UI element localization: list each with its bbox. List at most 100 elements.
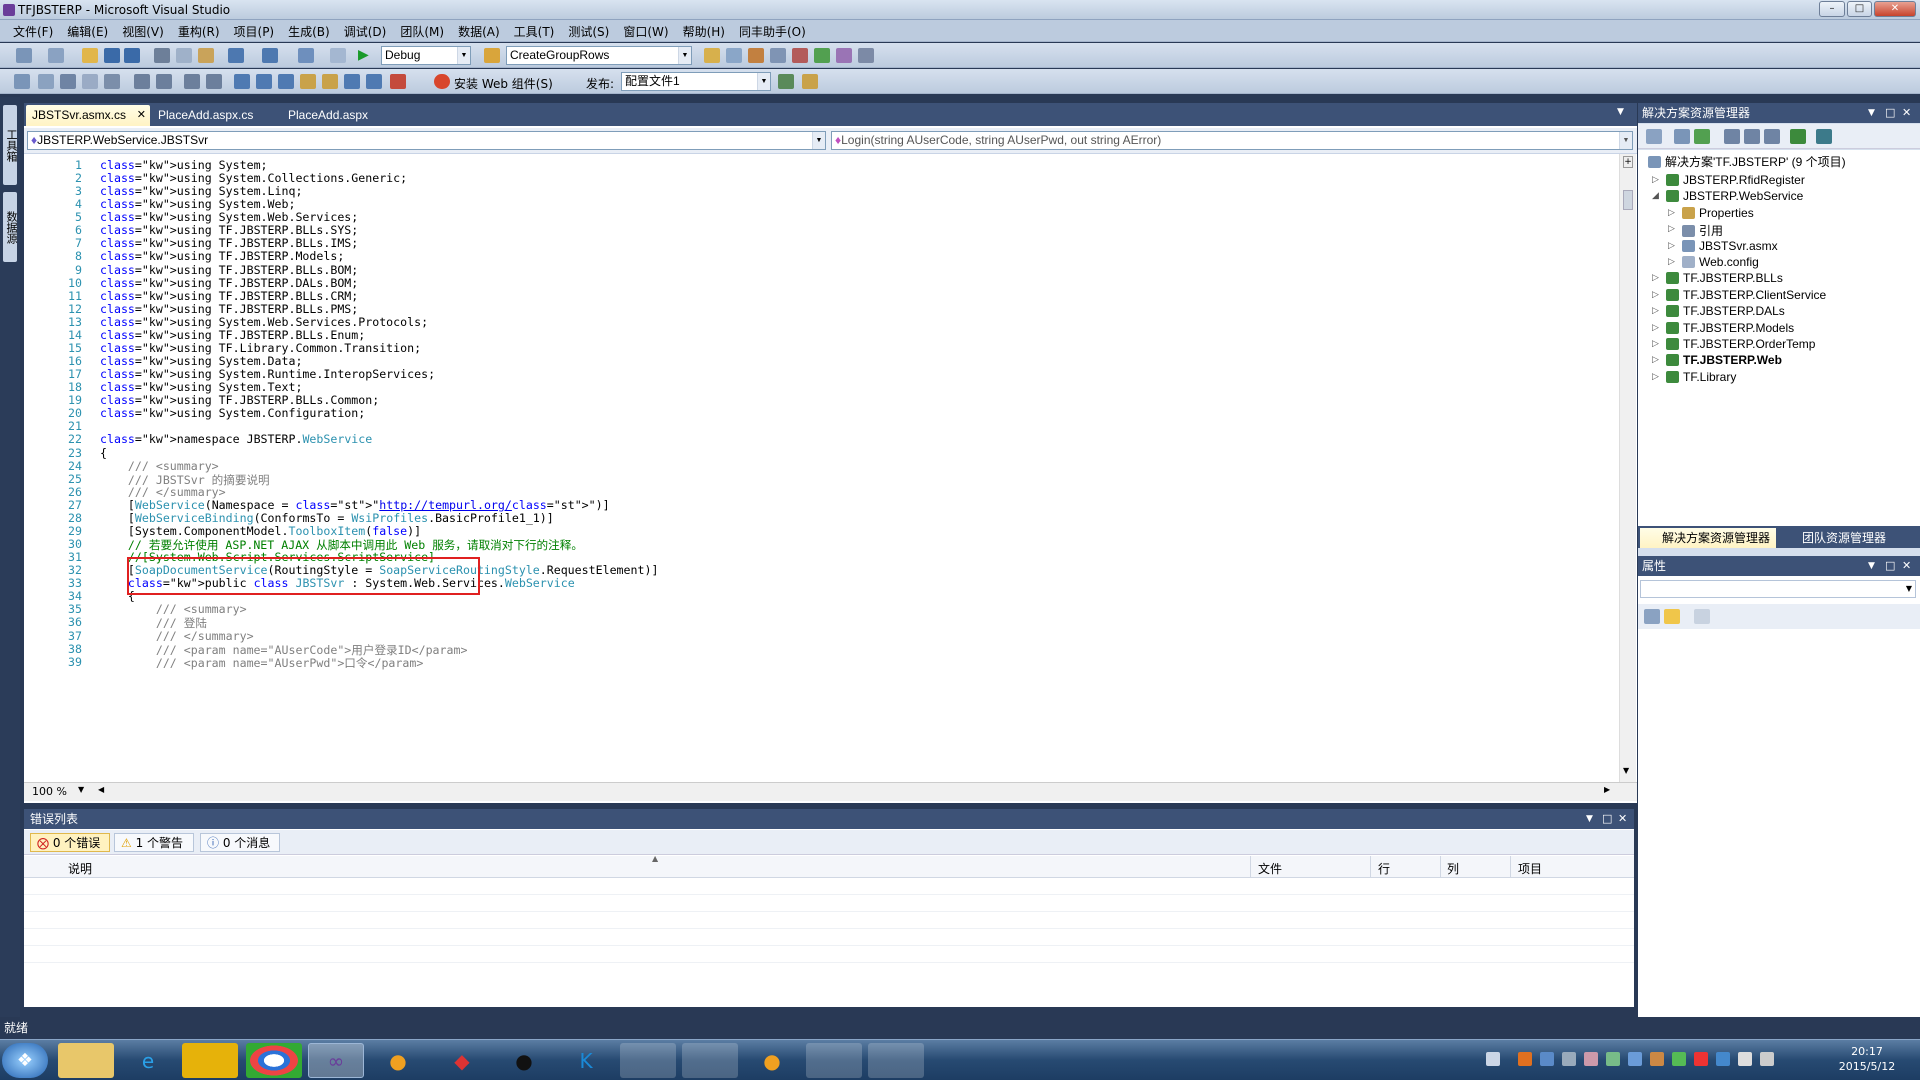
expand-arrow-icon[interactable]: ▷ (1652, 339, 1659, 349)
solution-config-combo[interactable]: Debug ▼ (381, 46, 471, 65)
type-combo[interactable]: ♦JBSTERP.WebService.JBSTSvr ▼ (27, 131, 826, 150)
tray-app-icon[interactable] (1518, 1052, 1532, 1066)
pin-icon[interactable]: □ (1885, 556, 1895, 576)
show-all-files-icon[interactable] (1674, 129, 1690, 144)
publish-web-icon[interactable] (778, 74, 794, 89)
find-combo[interactable]: CreateGroupRows ▼ (506, 46, 692, 65)
chrome-icon[interactable] (246, 1043, 302, 1078)
redo-icon[interactable] (262, 48, 278, 63)
indent-icon[interactable] (134, 74, 150, 89)
tray-app-icon-3[interactable] (1584, 1052, 1598, 1066)
install-web-icon[interactable] (434, 74, 450, 89)
menu-file[interactable]: 文件(F) (6, 23, 60, 40)
menu-tools[interactable]: 工具(T) (507, 23, 562, 40)
ws-studio-icon[interactable] (806, 1043, 862, 1078)
panel-menu-icon[interactable]: ▼ (1868, 103, 1875, 123)
scroll-down-icon[interactable]: ▼ (1623, 766, 1629, 775)
column-file[interactable]: 文件 (1258, 860, 1282, 877)
menu-assistant[interactable]: 同丰助手(O) (732, 23, 813, 40)
menu-help[interactable]: 帮助(H) (676, 23, 732, 40)
tree-item[interactable]: TF.JBSTERP.DALs (1666, 304, 1785, 318)
tab-team-explorer[interactable]: 团队资源管理器 (1780, 528, 1916, 548)
column-column[interactable]: 列 (1447, 860, 1459, 877)
12306-icon[interactable] (182, 1043, 238, 1078)
properties-icon[interactable] (1646, 129, 1662, 144)
navigate-forward-icon[interactable] (330, 48, 346, 63)
expand-arrow-icon[interactable]: ▷ (1668, 224, 1675, 234)
tree-item[interactable]: TF.JBSTERP.Models (1666, 321, 1794, 335)
menu-test[interactable]: 测试(S) (561, 23, 616, 40)
tree-item[interactable]: TF.JBSTERP.Web (1666, 353, 1782, 367)
flag-icon[interactable] (1738, 1052, 1752, 1066)
scroll-right-icon[interactable]: ▶ (1604, 785, 1610, 794)
tree-item[interactable]: TF.Library (1666, 370, 1736, 384)
visual-studio-taskbar-icon[interactable]: ∞ (308, 1043, 364, 1078)
tree-item[interactable]: 引用 (1682, 222, 1723, 239)
editor-vertical-scrollbar[interactable]: + ▼ (1619, 154, 1636, 782)
property-pages-icon[interactable] (1694, 609, 1710, 624)
close-button[interactable]: ✕ (1874, 1, 1916, 17)
ie-icon[interactable]: e (120, 1043, 176, 1078)
app-red-icon[interactable]: ◆ (434, 1043, 490, 1078)
save-icon[interactable] (104, 48, 120, 63)
expand-arrow-icon[interactable]: ▷ (1668, 208, 1675, 218)
explorer-icon[interactable] (58, 1043, 114, 1078)
expand-arrow-icon[interactable]: ▷ (1652, 323, 1659, 333)
tab-solution-explorer[interactable]: 解决方案资源管理器 (1640, 528, 1776, 548)
close-tab-icon[interactable]: ✕ (137, 105, 146, 126)
expand-arrow-icon[interactable]: ▷ (1668, 241, 1675, 251)
publish-profile-combo[interactable]: 配置文件1 ▼ (621, 72, 771, 91)
toolbox-icon[interactable] (770, 48, 786, 63)
menu-edit[interactable]: 编辑(E) (60, 23, 115, 40)
properties-window-icon[interactable] (726, 48, 742, 63)
minimize-button[interactable]: – (1819, 1, 1845, 17)
copy-icon[interactable] (176, 48, 192, 63)
zoom-level[interactable]: 100 % (32, 785, 67, 798)
paste-icon[interactable] (198, 48, 214, 63)
tray-app-icon-9[interactable] (1716, 1052, 1730, 1066)
web-settings-icon[interactable] (1790, 129, 1806, 144)
outdent-icon[interactable] (156, 74, 172, 89)
panel-menu-icon[interactable]: ▼ (1868, 556, 1875, 576)
column-line[interactable]: 行 (1378, 860, 1390, 877)
menu-data[interactable]: 数据(A) (451, 23, 507, 40)
tree-item[interactable]: JBSTERP.RfidRegister (1666, 173, 1805, 187)
font-icon[interactable] (82, 74, 98, 89)
tray-app-icon-2[interactable] (1562, 1052, 1576, 1066)
tab-list-icon[interactable]: ▼ (1617, 107, 1624, 117)
menu-view[interactable]: 视图(V) (115, 23, 171, 40)
expand-arrow-icon[interactable]: ▷ (1652, 290, 1659, 300)
solution-explorer-icon[interactable] (704, 48, 720, 63)
tray-app-icon-4[interactable] (1606, 1052, 1620, 1066)
pin-icon[interactable]: □ (1885, 103, 1895, 123)
tree-item[interactable]: TF.JBSTERP.BLLs (1666, 271, 1783, 285)
maximize-button[interactable]: □ (1847, 1, 1872, 17)
alphabetical-icon[interactable] (1664, 609, 1680, 624)
clear-bookmarks-icon[interactable] (390, 74, 406, 89)
tray-app-icon-8[interactable] (1694, 1052, 1708, 1066)
menu-build[interactable]: 生成(B) (281, 23, 337, 40)
tree-item[interactable]: JBSTERP.WebService (1666, 189, 1803, 203)
view-code-icon[interactable] (1724, 129, 1740, 144)
code-editor[interactable]: 1 class="kw">using System; 2 class="kw">usi… (24, 154, 1623, 782)
categorized-icon[interactable] (1644, 609, 1660, 624)
toolbar-options-icon[interactable] (858, 48, 874, 63)
extension-icon[interactable] (836, 48, 852, 63)
properties-object-combo[interactable]: ▼ (1640, 580, 1916, 598)
bookmark-icon[interactable] (234, 74, 250, 89)
add-item-icon[interactable] (48, 48, 64, 63)
messages-filter-button[interactable]: ⓘ 0 个消息 (200, 833, 280, 852)
open-file-icon[interactable] (82, 48, 98, 63)
expand-arrow-icon[interactable]: ▷ (1652, 273, 1659, 283)
close-icon[interactable]: ✕ (1902, 556, 1911, 576)
find-in-files-icon[interactable] (484, 48, 500, 63)
tray-app-icon-5[interactable] (1628, 1052, 1642, 1066)
clock[interactable]: 20:17 2015/5/12 (1832, 1044, 1902, 1074)
new-project-icon[interactable] (16, 48, 32, 63)
start-debug-icon[interactable]: ▶ (358, 48, 374, 63)
solution-root[interactable]: 解决方案'TF.JBSTERP' (9 个项目) (1648, 153, 1846, 170)
tree-item[interactable]: Properties (1682, 206, 1754, 220)
close-icon[interactable]: ✕ (1618, 809, 1627, 829)
toolbox-tab[interactable]: 工具箱 (3, 105, 18, 185)
tree-item[interactable]: TF.JBSTERP.OrderTemp (1666, 337, 1815, 351)
